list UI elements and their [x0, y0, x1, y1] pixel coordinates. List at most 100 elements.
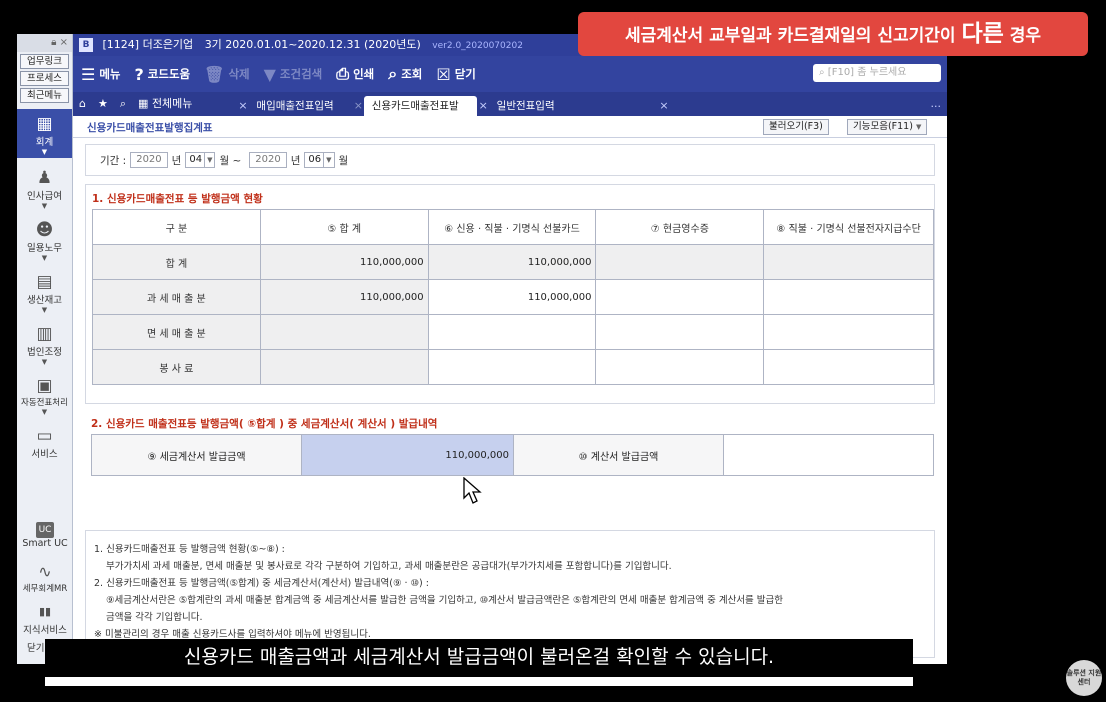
- table-header-row: 구 분 ⑤ 합 계 ⑥ 신용 · 직불 · 기명식 선불카드 ⑦ 현금영수증 ⑧…: [92, 209, 934, 245]
- tax-invoice-amount-cell[interactable]: 110,000,000: [301, 434, 514, 476]
- sidebar-item-smart-uc[interactable]: UC Smart UC: [17, 522, 73, 549]
- more-tabs-icon[interactable]: ...: [931, 92, 948, 116]
- prepaid-cell: [763, 244, 934, 280]
- tab-general-voucher[interactable]: × 일반전표입력: [479, 96, 573, 116]
- card-cell[interactable]: 110,000,000: [427, 279, 597, 315]
- sidebar-item-tax-mr[interactable]: ∿ 세무회계MR: [17, 562, 73, 594]
- left-sidebar: 🔒︎ × 업무링크 프로세스 최근메뉴 ▦ 회계 ▼ ♟ 인사급여 ▼ ☻ 일용…: [17, 34, 73, 664]
- sidebar-item-production[interactable]: ▤ 생산재고 ▼: [17, 272, 72, 314]
- tab-credit-card-summary[interactable]: × 신용카드매출전표발: [354, 96, 477, 116]
- table-row: 과 세 매 출 분 110,000,000 110,000,000: [92, 279, 934, 315]
- sidebar-item-accounting[interactable]: ▦ 회계 ▼: [17, 109, 72, 158]
- table-row: ⑨ 세금계산서 발급금액 110,000,000 ⑩ 계산서 발급금액: [91, 434, 934, 476]
- cash-receipt-cell[interactable]: [595, 314, 765, 350]
- worker-icon: ☻: [35, 220, 54, 240]
- cash-receipt-cell[interactable]: [595, 349, 765, 385]
- quick-link-work[interactable]: 업무링크: [20, 54, 69, 69]
- invoice-label: ⑩ 계산서 발급금액: [513, 434, 724, 476]
- quick-link-process[interactable]: 프로세스: [20, 71, 69, 86]
- to-year-input[interactable]: 2020: [249, 152, 287, 168]
- filter-button[interactable]: ▼ 조건검색: [264, 65, 323, 84]
- prepaid-cell[interactable]: [763, 349, 934, 385]
- caret-down-icon: ▼: [41, 148, 48, 156]
- app-window: 🔒︎ × 업무링크 프로세스 최근메뉴 ▦ 회계 ▼ ♟ 인사급여 ▼ ☻ 일용…: [17, 34, 947, 664]
- building-icon: ▥: [36, 324, 53, 344]
- tab-close-icon[interactable]: ×: [479, 96, 488, 116]
- total-cell: [259, 349, 429, 385]
- total-cell: [259, 314, 429, 350]
- banner-prefix: 세금계산서 교부일과 카드결재일의 신고기간이: [624, 26, 956, 46]
- note-line: 2. 신용카드매출전표 등 발행금액(⑤합계) 중 세금계산서(계산서) 발급내…: [94, 578, 429, 589]
- sidebar-item-daily-labor[interactable]: ☻ 일용노무 ▼: [17, 220, 72, 262]
- menu-button[interactable]: ☰ 메뉴: [81, 65, 121, 84]
- fiscal-period: 3기 2020.01.01~2020.12.31 (2020년도): [204, 38, 421, 51]
- tab-label: 신용카드매출전표발: [371, 100, 459, 112]
- sidebar-close-icon[interactable]: ×: [60, 37, 68, 48]
- from-year-input[interactable]: 2020: [130, 152, 168, 168]
- sidebar-item-label: 세무회계MR: [22, 584, 68, 594]
- column-header: ⑦ 현금영수증: [595, 209, 765, 245]
- function-menu-button[interactable]: 기능모음(F11) ▼: [847, 119, 928, 135]
- issue-amount-section: 1. 신용카드매출전표 등 발행금액 현황 구 분 ⑤ 합 계 ⑥ 신용 · 직…: [85, 184, 935, 404]
- tab-sales-purchase-voucher[interactable]: × 매입매출전표입력: [238, 96, 351, 116]
- card-cell[interactable]: [427, 349, 597, 385]
- caret-down-icon: ▼: [41, 358, 48, 366]
- delete-button[interactable]: 🗑︎ 삭제: [204, 65, 249, 84]
- inquiry-button[interactable]: ⌕ 조회: [388, 64, 422, 84]
- year-unit: 년: [290, 154, 301, 167]
- print-button[interactable]: ⎙ 인쇄: [336, 64, 374, 84]
- star-icon[interactable]: ★: [92, 92, 114, 116]
- cash-receipt-cell: [595, 244, 765, 280]
- card-cell: 110,000,000: [427, 244, 597, 280]
- tab-close-icon[interactable]: ×: [354, 96, 363, 116]
- load-button[interactable]: 불러오기(F3): [763, 119, 829, 135]
- to-month-select[interactable]: 06 ▼: [304, 152, 335, 168]
- to-month-value: 06: [308, 154, 322, 165]
- code-help-button[interactable]: ? 코드도움: [135, 65, 191, 84]
- sidebar-item-payroll[interactable]: ♟ 인사급여 ▼: [17, 168, 72, 210]
- chevron-down-icon: ▼: [204, 153, 212, 167]
- sidebar-item-auto-voucher[interactable]: ▣ 자동전표처리 ▼: [17, 376, 72, 416]
- from-month-select[interactable]: 04 ▼: [185, 152, 216, 168]
- sidebar-item-knowledge[interactable]: ▮▮ 지식서비스: [17, 602, 73, 636]
- all-menu-tab[interactable]: ▦ 전체메뉴: [132, 92, 198, 116]
- card-cell[interactable]: [427, 314, 597, 350]
- home-icon[interactable]: ⌂: [73, 92, 92, 116]
- column-header: ⑧ 직불 · 기명식 선불전자지급수단: [763, 209, 934, 245]
- sidebar-item-service[interactable]: ▭ 서비스: [17, 426, 72, 460]
- note-line: ⑨세금계산서란은 ⑤합계란의 과세 매출분 합계금액 중 세금계산서를 발급한 …: [106, 595, 784, 606]
- sidebar-item-label: 법인조정: [27, 347, 62, 358]
- sidebar-item-label: 자동전표처리: [21, 398, 68, 408]
- prepaid-cell[interactable]: [763, 314, 934, 350]
- caption-banner: 세금계산서 교부일과 카드결재일의 신고기간이 다른 경우: [578, 12, 1088, 56]
- caret-down-icon: ▼: [41, 254, 48, 262]
- tab-close-icon[interactable]: ×: [659, 96, 668, 116]
- row-label: 과 세 매 출 분: [92, 279, 261, 315]
- table-row: 봉 사 료: [92, 349, 934, 385]
- printer-icon: ⎙: [336, 64, 350, 83]
- issue-amount-table: 구 분 ⑤ 합 계 ⑥ 신용 · 직불 · 기명식 선불카드 ⑦ 현금영수증 ⑧…: [92, 209, 934, 385]
- close-button[interactable]: ☒ 닫기: [436, 65, 476, 84]
- search-icon[interactable]: ⌕: [114, 92, 132, 116]
- invoice-amount-cell[interactable]: [723, 434, 934, 476]
- subtitle-underline: [45, 677, 913, 686]
- lock-icon[interactable]: 🔒︎: [51, 37, 56, 48]
- tax-invoice-label: ⑨ 세금계산서 발급금액: [91, 434, 302, 476]
- sidebar-item-corporate[interactable]: ▥ 법인조정 ▼: [17, 324, 72, 366]
- menu-search-input[interactable]: ⌕ [F10] 좀 누르세요: [813, 64, 941, 82]
- row-label: 면 세 매 출 분: [92, 314, 261, 350]
- sidebar-item-label: 회계: [35, 137, 54, 148]
- sidebar-item-label: Smart UC: [22, 538, 68, 549]
- code-help-label: 코드도움: [147, 67, 191, 81]
- caret-down-icon: ▼: [41, 202, 48, 210]
- quick-link-recent[interactable]: 최근메뉴: [20, 88, 69, 103]
- chevron-down-icon: ▼: [323, 153, 332, 167]
- tab-close-icon[interactable]: ×: [238, 96, 247, 116]
- cash-receipt-cell[interactable]: [595, 279, 765, 315]
- hamburger-icon: ☰: [81, 64, 96, 84]
- range-separator: 월 ~: [219, 154, 242, 167]
- app-logo-icon: B: [79, 38, 93, 52]
- tab-empty[interactable]: ×: [575, 96, 668, 116]
- prepaid-cell[interactable]: [763, 279, 934, 315]
- search-icon: ⌕: [819, 67, 825, 78]
